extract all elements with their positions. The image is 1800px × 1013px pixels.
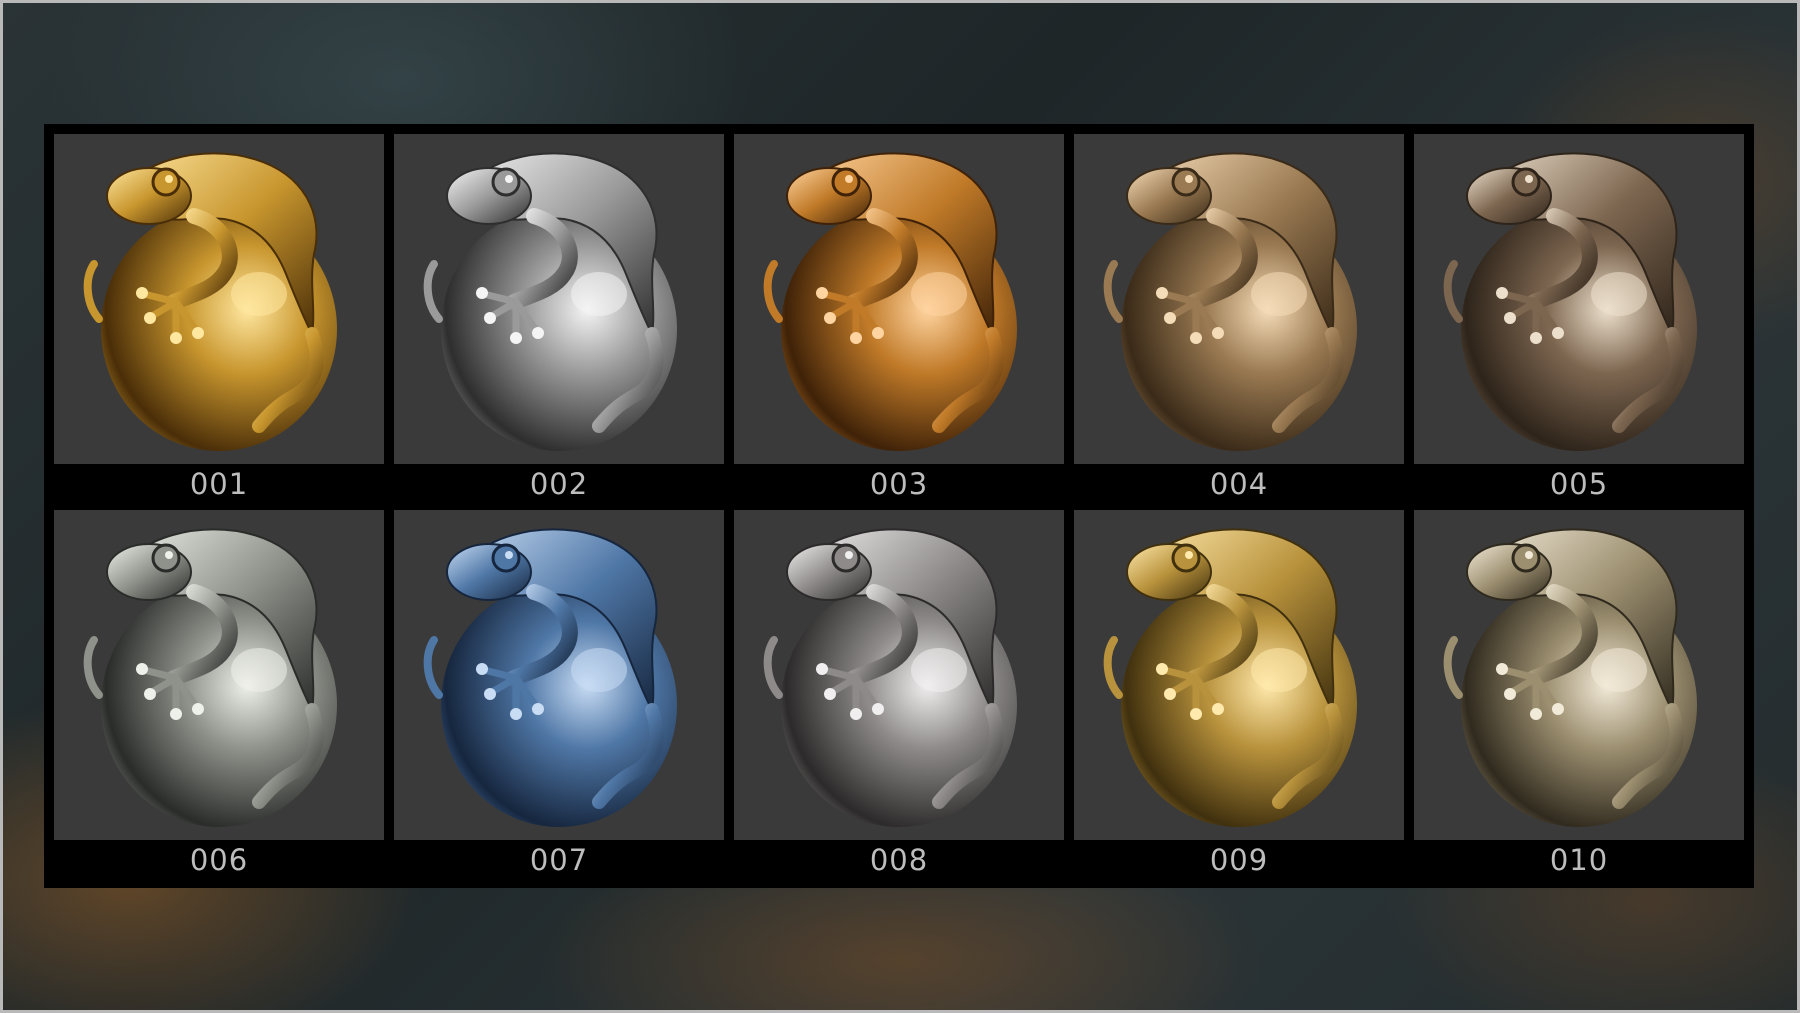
frog-side-foot xyxy=(1443,636,1463,699)
frog-sphere-preview xyxy=(1074,134,1404,464)
frog-side-foot xyxy=(83,636,103,699)
frog-side-foot xyxy=(1103,260,1123,323)
frog-sphere-preview xyxy=(1074,510,1404,840)
frog-sphere-preview xyxy=(394,134,724,464)
material-tile[interactable]: 002 xyxy=(394,134,724,504)
material-label: 002 xyxy=(529,467,589,501)
material-label: 005 xyxy=(1549,467,1609,501)
frog-eye xyxy=(151,167,181,197)
frog-side-foot xyxy=(1443,260,1463,323)
material-tile[interactable]: 001 xyxy=(54,134,384,504)
frog-side-foot xyxy=(1103,636,1123,699)
frog-sphere-preview xyxy=(394,510,724,840)
frog-side-foot xyxy=(423,636,443,699)
frog-eye xyxy=(1171,543,1201,573)
frog-eye xyxy=(831,167,861,197)
material-label: 001 xyxy=(189,467,249,501)
material-label: 006 xyxy=(189,843,249,877)
frog-sphere-preview xyxy=(54,134,384,464)
frog-side-foot xyxy=(763,636,783,699)
frog-eye xyxy=(1511,167,1541,197)
frog-sphere-preview xyxy=(54,510,384,840)
frog-eye xyxy=(1171,167,1201,197)
material-tile[interactable]: 007 xyxy=(394,510,724,880)
frog-eye xyxy=(151,543,181,573)
material-label: 010 xyxy=(1549,843,1609,877)
frog-eye xyxy=(831,543,861,573)
frog-eye xyxy=(1511,543,1541,573)
frog-side-foot xyxy=(423,260,443,323)
material-label: 008 xyxy=(869,843,929,877)
frog-eye xyxy=(491,167,521,197)
material-label: 004 xyxy=(1209,467,1269,501)
material-label: 009 xyxy=(1209,843,1269,877)
material-grid: 001 002 003 004 005 006 007 008 009 010 xyxy=(54,134,1744,880)
frog-sphere-preview xyxy=(734,510,1064,840)
frog-side-foot xyxy=(763,260,783,323)
material-tile[interactable]: 004 xyxy=(1074,134,1404,504)
material-tile[interactable]: 008 xyxy=(734,510,1064,880)
frog-sphere-preview xyxy=(1414,510,1744,840)
material-tile[interactable]: 003 xyxy=(734,134,1064,504)
material-tile[interactable]: 006 xyxy=(54,510,384,880)
material-label: 007 xyxy=(529,843,589,877)
material-grid-panel: 001 002 003 004 005 006 007 008 009 010 xyxy=(44,124,1754,888)
frog-side-foot xyxy=(83,260,103,323)
material-tile[interactable]: 005 xyxy=(1414,134,1744,504)
frog-sphere-preview xyxy=(1414,134,1744,464)
material-label: 003 xyxy=(869,467,929,501)
frog-eye xyxy=(491,543,521,573)
material-tile[interactable]: 009 xyxy=(1074,510,1404,880)
material-tile[interactable]: 010 xyxy=(1414,510,1744,880)
frog-sphere-preview xyxy=(734,134,1064,464)
